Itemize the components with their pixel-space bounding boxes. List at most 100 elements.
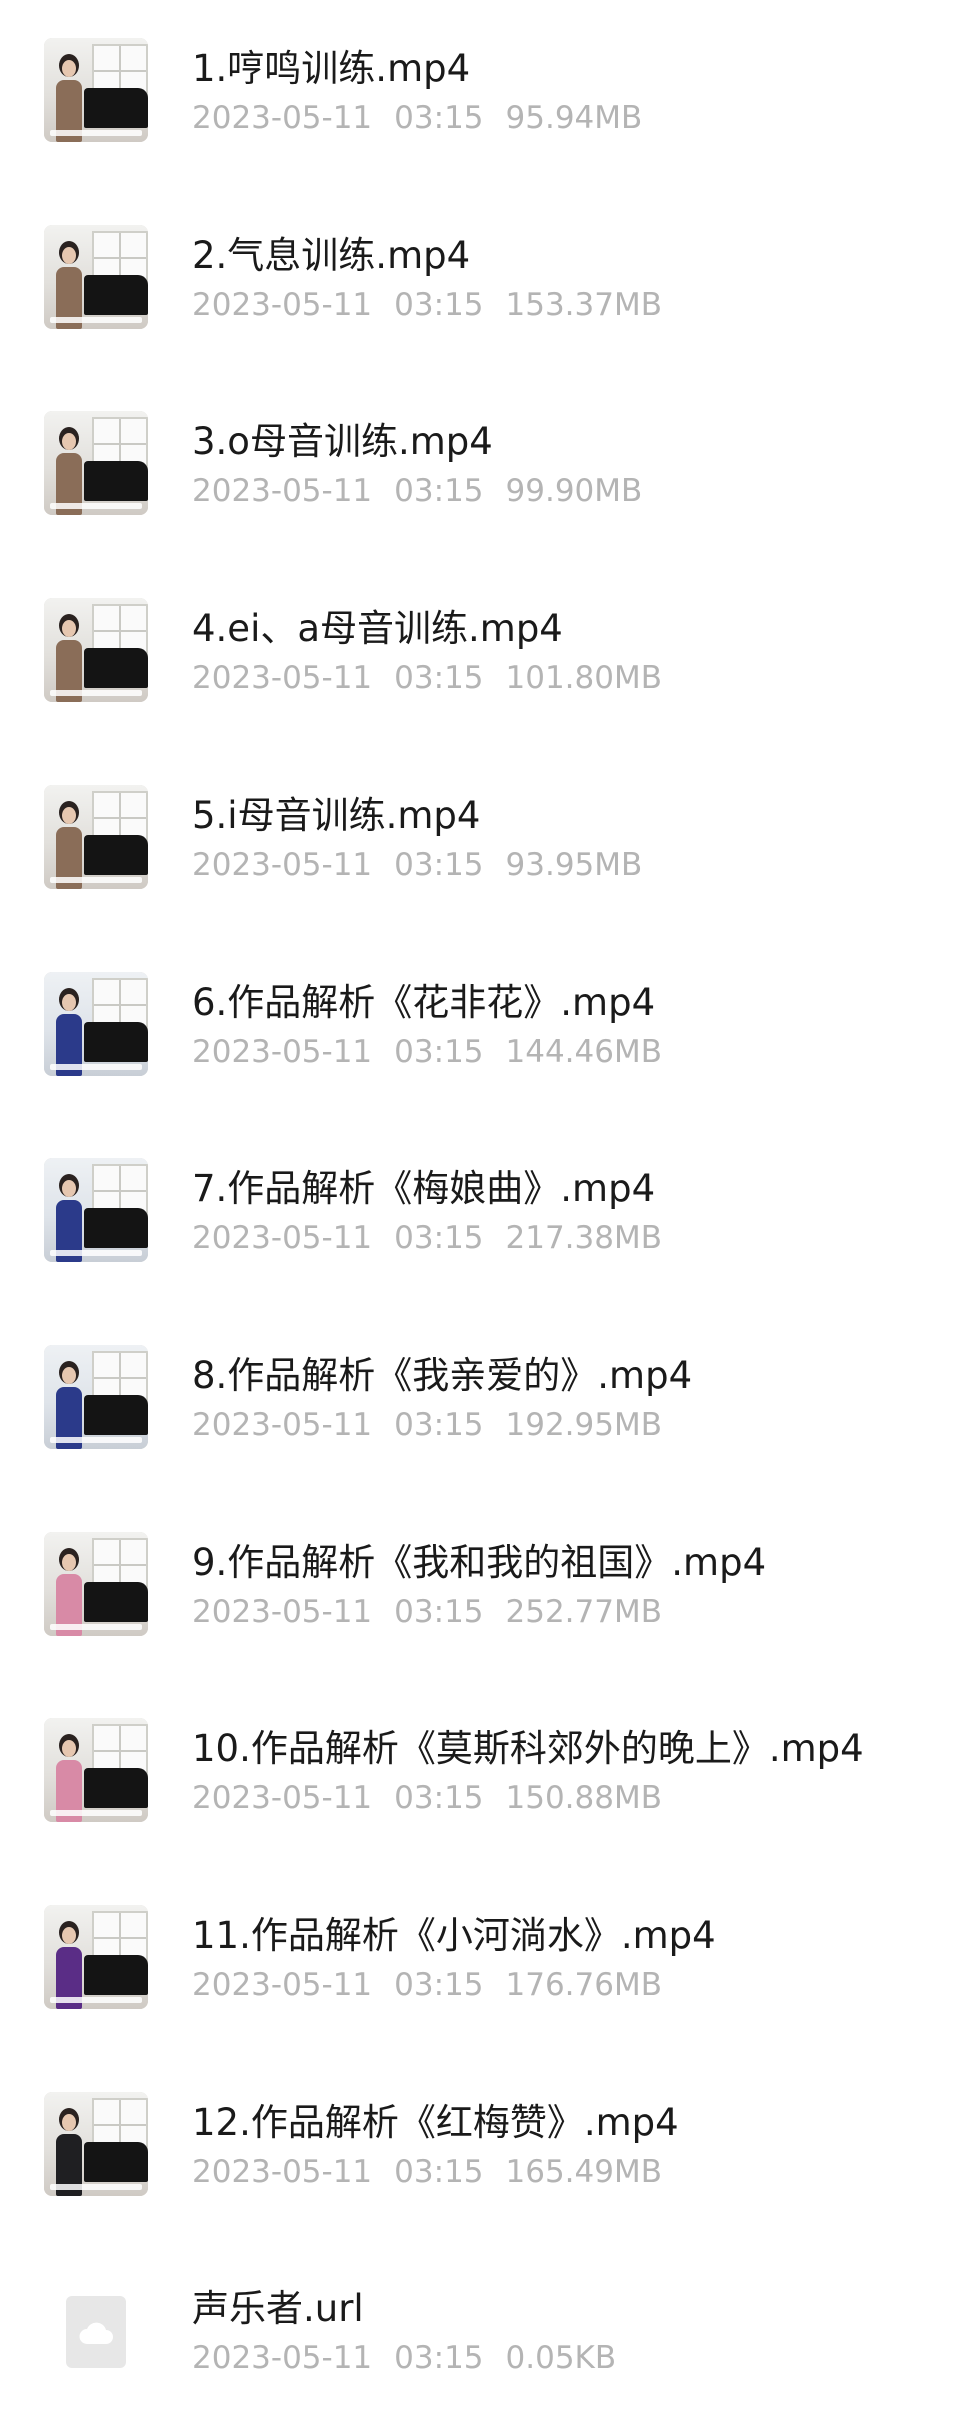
- file-name: 6.作品解析《花非花》.mp4: [192, 981, 656, 1024]
- file-meta: 2023-05-11 03:15 176.76MB: [192, 1967, 684, 2003]
- thumbnail-piano: [84, 1208, 148, 1248]
- file-size: 217.38MB: [505, 1220, 662, 1256]
- file-meta: 2023-05-11 03:15 252.77MB: [192, 1594, 684, 1630]
- file-meta: 2023-05-11 03:15 192.95MB: [192, 1407, 684, 1443]
- file-time: 03:15: [394, 1594, 484, 1630]
- file-list-item[interactable]: 2.气息训练.mp4 2023-05-11 03:15 153.37MB: [0, 187, 980, 373]
- thumbnail-caption: [50, 1997, 142, 2003]
- thumbnail-piano: [84, 88, 148, 128]
- file-date: 2023-05-11: [192, 1407, 373, 1443]
- thumbnail-piano: [84, 2142, 148, 2182]
- file-name: 4.ei、a母音训练.mp4: [192, 607, 563, 650]
- file-name: 8.作品解析《我亲爱的》.mp4: [192, 1354, 693, 1397]
- video-thumbnail[interactable]: [44, 1905, 148, 2009]
- video-thumbnail[interactable]: [44, 2092, 148, 2196]
- file-name: 声乐者.url: [192, 2287, 364, 2330]
- file-meta: 2023-05-11 03:15 93.95MB: [192, 847, 664, 883]
- thumbnail-caption: [50, 690, 142, 696]
- file-meta: 2023-05-11 03:15 153.37MB: [192, 287, 684, 323]
- file-name: 5.i母音训练.mp4: [192, 794, 481, 837]
- file-time: 03:15: [394, 660, 484, 696]
- file-name: 11.作品解析《小河淌水》.mp4: [192, 1914, 716, 1957]
- file-meta: 2023-05-11 03:15 144.46MB: [192, 1034, 684, 1070]
- thumbnail-piano: [84, 648, 148, 688]
- file-date: 2023-05-11: [192, 473, 373, 509]
- thumbnail-caption: [50, 317, 142, 323]
- file-meta: 2023-05-11 03:15 165.49MB: [192, 2154, 684, 2190]
- file-meta: 2023-05-11 03:15 0.05KB: [192, 2340, 638, 2376]
- video-thumbnail[interactable]: [44, 411, 148, 515]
- file-date: 2023-05-11: [192, 660, 373, 696]
- file-list-item[interactable]: 1.哼鸣训练.mp4 2023-05-11 03:15 95.94MB: [0, 0, 980, 186]
- file-list-item[interactable]: 8.作品解析《我亲爱的》.mp4 2023-05-11 03:15 192.95MB: [0, 1307, 980, 1493]
- file-size: 95.94MB: [505, 100, 643, 136]
- thumbnail-piano: [84, 1582, 148, 1622]
- cloud-file-icon[interactable]: [66, 2296, 126, 2368]
- thumbnail-piano: [84, 1395, 148, 1435]
- file-list-item[interactable]: 10.作品解析《莫斯科郊外的晚上》.mp4 2023-05-11 03:15 150.…: [0, 1680, 980, 1866]
- file-date: 2023-05-11: [192, 100, 373, 136]
- file-list-item[interactable]: 6.作品解析《花非花》.mp4 2023-05-11 03:15 144.46MB: [0, 934, 980, 1120]
- file-date: 2023-05-11: [192, 1594, 373, 1630]
- video-thumbnail[interactable]: [44, 225, 148, 329]
- thumbnail-piano: [84, 1768, 148, 1808]
- video-thumbnail[interactable]: [44, 1345, 148, 1449]
- file-time: 03:15: [394, 847, 484, 883]
- cloud-icon: [79, 2322, 113, 2344]
- file-meta: 2023-05-11 03:15 217.38MB: [192, 1220, 684, 1256]
- file-time: 03:15: [394, 1220, 484, 1256]
- file-time: 03:15: [394, 473, 484, 509]
- file-time: 03:15: [394, 287, 484, 323]
- file-date: 2023-05-11: [192, 287, 373, 323]
- file-list-item[interactable]: 3.o母音训练.mp4 2023-05-11 03:15 99.90MB: [0, 373, 980, 559]
- file-list-item[interactable]: 4.ei、a母音训练.mp4 2023-05-11 03:15 101.80MB: [0, 560, 980, 746]
- file-name: 2.气息训练.mp4: [192, 234, 471, 277]
- thumbnail-piano: [84, 275, 148, 315]
- thumbnail-piano: [84, 1955, 148, 1995]
- file-list-item[interactable]: 12.作品解析《红梅赞》.mp4 2023-05-11 03:15 165.49MB: [0, 2054, 980, 2240]
- video-thumbnail[interactable]: [44, 38, 148, 142]
- file-time: 03:15: [394, 1780, 484, 1816]
- file-date: 2023-05-11: [192, 1967, 373, 2003]
- file-name: 7.作品解析《梅娘曲》.mp4: [192, 1167, 656, 1210]
- file-list-item[interactable]: 声乐者.url 2023-05-11 03:15 0.05KB: [0, 2240, 980, 2426]
- file-list-item[interactable]: 11.作品解析《小河淌水》.mp4 2023-05-11 03:15 176.76MB: [0, 1867, 980, 2053]
- video-thumbnail[interactable]: [44, 972, 148, 1076]
- video-thumbnail[interactable]: [44, 1158, 148, 1262]
- file-size: 0.05KB: [505, 2340, 617, 2376]
- video-thumbnail[interactable]: [44, 785, 148, 889]
- file-name: 10.作品解析《莫斯科郊外的晚上》.mp4: [192, 1727, 864, 1770]
- file-size: 153.37MB: [505, 287, 662, 323]
- thumbnail-caption: [50, 1064, 142, 1070]
- file-list-item[interactable]: 9.作品解析《我和我的祖国》.mp4 2023-05-11 03:15 252.77M…: [0, 1494, 980, 1680]
- file-date: 2023-05-11: [192, 2154, 373, 2190]
- file-size: 165.49MB: [505, 2154, 662, 2190]
- video-thumbnail[interactable]: [44, 1532, 148, 1636]
- video-thumbnail[interactable]: [44, 598, 148, 702]
- file-meta: 2023-05-11 03:15 99.90MB: [192, 473, 664, 509]
- thumbnail-caption: [50, 130, 142, 136]
- file-list-item[interactable]: 5.i母音训练.mp4 2023-05-11 03:15 93.95MB: [0, 747, 980, 933]
- file-size: 101.80MB: [505, 660, 662, 696]
- file-date: 2023-05-11: [192, 1034, 373, 1070]
- thumbnail-caption: [50, 1250, 142, 1256]
- file-meta: 2023-05-11 03:15 150.88MB: [192, 1780, 684, 1816]
- file-meta: 2023-05-11 03:15 101.80MB: [192, 660, 684, 696]
- file-date: 2023-05-11: [192, 847, 373, 883]
- file-size: 252.77MB: [505, 1594, 662, 1630]
- file-size: 144.46MB: [505, 1034, 662, 1070]
- file-date: 2023-05-11: [192, 1780, 373, 1816]
- file-name: 1.哼鸣训练.mp4: [192, 47, 471, 90]
- thumbnail-piano: [84, 1022, 148, 1062]
- file-size: 99.90MB: [505, 473, 643, 509]
- thumbnail-caption: [50, 503, 142, 509]
- file-size: 176.76MB: [505, 1967, 662, 2003]
- file-time: 03:15: [394, 1967, 484, 2003]
- file-meta: 2023-05-11 03:15 95.94MB: [192, 100, 664, 136]
- file-time: 03:15: [394, 1034, 484, 1070]
- video-thumbnail[interactable]: [44, 1718, 148, 1822]
- thumbnail-caption: [50, 1810, 142, 1816]
- thumbnail-caption: [50, 1437, 142, 1443]
- file-list-item[interactable]: 7.作品解析《梅娘曲》.mp4 2023-05-11 03:15 217.38MB: [0, 1120, 980, 1306]
- file-name: 3.o母音训练.mp4: [192, 420, 493, 463]
